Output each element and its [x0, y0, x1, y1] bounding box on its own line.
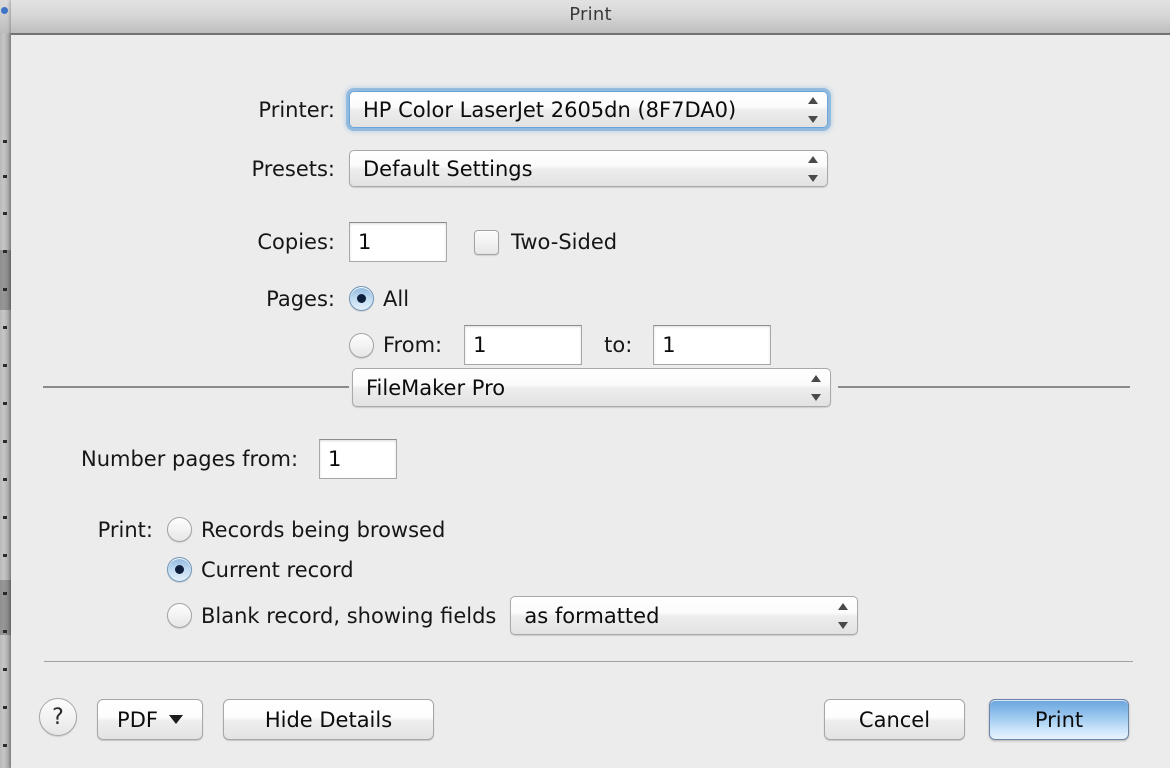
pdf-button-label: PDF — [117, 707, 158, 732]
printer-label: Printer: — [258, 97, 335, 122]
pdf-button[interactable]: PDF — [97, 699, 203, 740]
pages-from-value: 1 — [473, 333, 487, 357]
background-window-edge — [0, 0, 11, 768]
chevron-updown-icon — [807, 96, 818, 123]
pages-range-radio[interactable] — [349, 332, 374, 358]
print-option-radio-records-browsed[interactable] — [167, 517, 192, 542]
ruler-tick — [3, 364, 7, 367]
background-window-shade-2 — [0, 580, 11, 635]
pages-to-label: to: — [604, 333, 633, 357]
two-sided-label: Two-Sided — [511, 230, 618, 254]
module-separator-right — [838, 386, 1130, 388]
pages-to-value: 1 — [662, 333, 676, 357]
print-option-radio-blank-record[interactable] — [167, 603, 192, 628]
ruler-tick — [3, 402, 7, 405]
cancel-button-label: Cancel — [858, 707, 931, 732]
print-option-row-1: Current record — [11, 557, 354, 582]
ruler-tick — [3, 554, 7, 557]
chevron-updown-icon — [810, 374, 821, 401]
ruler-tick — [3, 288, 7, 291]
presets-label: Presets: — [251, 156, 336, 181]
print-option-row-0: Print: Records being browsed — [11, 517, 445, 542]
pages-row-all: Pages: All — [11, 286, 711, 311]
background-window-shade-1 — [0, 250, 11, 310]
dialog-titlebar[interactable]: Print — [11, 0, 1170, 35]
pages-all-label: All — [383, 286, 410, 311]
ruler-tick — [3, 744, 7, 747]
number-pages-value: 1 — [328, 447, 342, 471]
pages-from-label: From: — [383, 333, 443, 357]
help-icon: ? — [52, 704, 64, 730]
screen: Print Printer: HP Color LaserJet 2605dn … — [0, 0, 1170, 768]
hide-details-label: Hide Details — [264, 707, 393, 732]
print-option-label-blank-record: Blank record, showing fields — [201, 603, 497, 628]
chevron-updown-icon — [807, 155, 818, 182]
number-pages-input[interactable]: 1 — [319, 439, 398, 479]
chevron-updown-icon — [837, 602, 848, 629]
print-option-row-2: Blank record, showing fields as formatte… — [11, 596, 859, 635]
print-option-radio-current-record[interactable] — [167, 557, 192, 582]
print-options-label: Print: — [97, 517, 153, 542]
dialog-title: Print — [569, 4, 612, 25]
print-button[interactable]: Print — [989, 699, 1129, 740]
dialog-body: Printer: HP Color LaserJet 2605dn (8F7DA… — [11, 35, 1170, 768]
ruler-tick — [3, 592, 7, 595]
module-select-value: FileMaker Pro — [366, 375, 506, 400]
copies-label: Copies: — [257, 230, 335, 254]
printer-select[interactable]: HP Color LaserJet 2605dn (8F7DA0) — [349, 91, 828, 128]
number-pages-row: Number pages from: 1 — [11, 439, 611, 479]
ruler-tick — [3, 668, 7, 671]
print-button-label: Print — [1034, 707, 1084, 732]
ruler-tick — [3, 212, 7, 215]
copies-input-value: 1 — [358, 230, 372, 254]
two-sided-checkbox[interactable] — [474, 229, 499, 255]
hide-details-button[interactable]: Hide Details — [223, 699, 434, 740]
presets-row: Presets: Default Settings — [11, 150, 841, 187]
blank-fields-select-value: as formatted — [524, 603, 660, 628]
ruler-tick — [3, 250, 7, 253]
module-separator-left — [43, 386, 349, 388]
pages-from-input[interactable]: 1 — [464, 325, 583, 365]
module-select[interactable]: FileMaker Pro — [352, 368, 831, 407]
number-pages-label: Number pages from: — [81, 447, 299, 471]
print-option-label-records-browsed: Records being browsed — [201, 517, 446, 542]
pages-all-radio[interactable] — [349, 286, 374, 311]
ruler-tick — [3, 516, 7, 519]
pages-to-input[interactable]: 1 — [653, 325, 772, 365]
presets-select-value: Default Settings — [363, 156, 533, 181]
copies-input[interactable]: 1 — [349, 222, 447, 262]
blank-fields-select[interactable]: as formatted — [510, 596, 859, 635]
ruler-tick — [3, 140, 7, 143]
ruler-tick — [3, 706, 7, 709]
background-window-titlebar — [0, 0, 11, 33]
ruler-tick — [3, 326, 7, 329]
cancel-button[interactable]: Cancel — [824, 699, 965, 740]
ruler-tick — [3, 630, 7, 633]
print-dialog: Print Printer: HP Color LaserJet 2605dn … — [11, 0, 1170, 768]
chevron-down-icon — [168, 715, 183, 724]
footer-separator — [44, 661, 1133, 662]
pages-label: Pages: — [266, 286, 335, 311]
ruler-tick — [3, 478, 7, 481]
print-option-label-current-record: Current record — [201, 557, 354, 582]
printer-select-value: HP Color LaserJet 2605dn (8F7DA0) — [363, 97, 737, 122]
pages-row-range: From: 1 to: 1 — [11, 325, 841, 365]
presets-select[interactable]: Default Settings — [349, 150, 828, 187]
printer-row: Printer: HP Color LaserJet 2605dn (8F7DA… — [11, 91, 841, 128]
help-button[interactable]: ? — [39, 698, 77, 736]
ruler-tick — [3, 440, 7, 443]
copies-row: Copies: 1 Two-Sided — [11, 222, 711, 262]
background-window-control-icon — [1, 7, 8, 14]
ruler-tick — [3, 175, 7, 178]
